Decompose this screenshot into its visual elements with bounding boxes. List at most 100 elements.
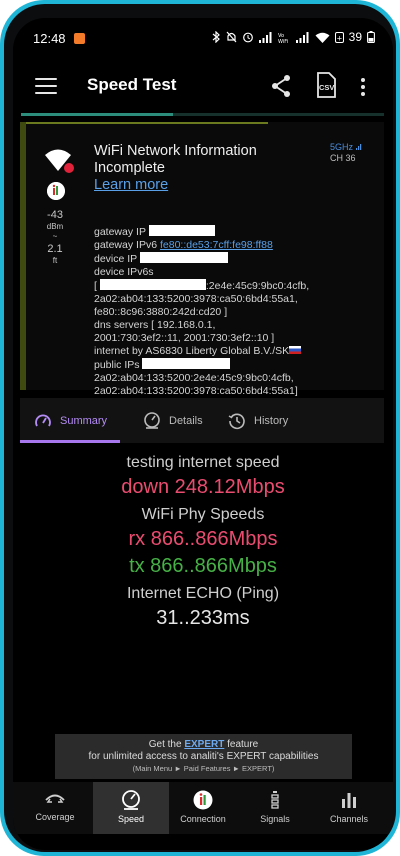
promo-line-3: (Main Menu ► Paid Features ► EXPERT) <box>132 764 275 773</box>
tab-history[interactable]: History <box>228 398 288 443</box>
phone-frame: 12:48 Vo WiFi + 39 Speed Test CSV -43 dB… <box>0 0 400 856</box>
distance-unit: ft <box>52 256 58 265</box>
signal-bars-icon-2 <box>295 31 309 43</box>
nav-channels-label: Channels <box>329 814 369 824</box>
bottom-navigation: Coverage Speed Connection Signals Channe… <box>13 782 393 834</box>
promo-expert-link[interactable]: EXPERT <box>184 739 224 750</box>
gateway-ipv6-label: gateway IPv6 <box>94 239 158 251</box>
tab-summary[interactable]: Summary <box>34 398 107 443</box>
dns-line-2: 2001:730:3ef2::11, 2001:730:3ef2::10 ] <box>94 332 275 344</box>
gauge-icon <box>35 414 51 426</box>
dns-line-1: dns servers [ 192.168.0.1, <box>94 319 216 331</box>
bluetooth-icon <box>212 31 220 43</box>
nav-speed[interactable]: Speed <box>93 782 169 834</box>
signal-strength: -43 dBm ~ 2.1 ft <box>40 208 70 266</box>
wifi-status-icon <box>315 32 330 43</box>
nav-coverage[interactable]: Coverage <box>17 782 93 834</box>
battery-icon <box>367 31 375 43</box>
tab-details-label: Details <box>169 414 203 427</box>
nav-coverage-label: Coverage <box>35 812 75 822</box>
band-label: 5GHz <box>330 142 354 152</box>
redacted-block <box>139 252 228 263</box>
nav-connection[interactable]: Connection <box>165 782 241 834</box>
phone-bezel: 12:48 Vo WiFi + 39 Speed Test CSV -43 dB… <box>4 4 396 852</box>
card-accent-top <box>20 122 268 124</box>
nav-channels[interactable]: Channels <box>311 782 387 834</box>
history-icon <box>228 413 245 429</box>
active-tab-indicator <box>20 440 120 443</box>
svg-text:+: + <box>336 34 342 42</box>
more-options-icon[interactable] <box>359 75 367 99</box>
rssi-unit: dBm <box>46 222 64 231</box>
status-icons: Vo WiFi + 39 <box>212 30 375 44</box>
mute-bell-icon <box>226 31 237 43</box>
tx-speed: tx 866..866Mbps <box>129 555 277 577</box>
page-title: Speed Test <box>87 75 177 94</box>
public-ip-line-3: 2a02:ab04:133:5200:3978:ca50:6bd4:55a1] <box>94 385 298 397</box>
expert-promo-banner[interactable]: Get the EXPERT feature for unlimited acc… <box>55 734 352 779</box>
redacted-block <box>99 279 206 290</box>
connection-icon <box>193 790 213 810</box>
speed-icon <box>122 790 140 810</box>
device-ipv6s-label: device IPv6s <box>94 266 154 278</box>
testing-label: testing internet speed <box>126 454 280 471</box>
share-icon[interactable] <box>270 74 292 98</box>
nav-signals[interactable]: Signals <box>237 782 313 834</box>
app-bar: Speed Test CSV <box>13 60 393 116</box>
ipv6-line-3: fe80::8c96:3880:242d:cd20 ] <box>94 306 228 318</box>
promo-prefix: Get the <box>148 739 185 750</box>
tab-details[interactable]: Details <box>143 398 203 443</box>
ping-value: 31..233ms <box>156 607 250 629</box>
battery-level: 39 <box>348 30 362 44</box>
channels-icon <box>342 793 356 808</box>
approx-symbol: ~ <box>52 232 58 241</box>
screen: 12:48 Vo WiFi + 39 Speed Test CSV -43 dB… <box>13 18 393 850</box>
flag-icon <box>289 346 302 354</box>
public-ip-line-2: 2a02:ab04:133:5200:2e4e:45c9:9bc0:4cfb, <box>94 372 294 384</box>
tab-summary-label: Summary <box>60 414 108 427</box>
result-tabs: Summary Details History <box>20 398 384 443</box>
test-progress-bar <box>21 113 384 116</box>
rssi-value: -43 <box>47 209 63 221</box>
speed-results: testing internet speed down 248.12Mbps W… <box>13 452 393 632</box>
alarm-icon <box>242 32 253 43</box>
csv-label: CSV <box>319 83 334 92</box>
channel-label: CH 36 <box>330 153 356 163</box>
status-bar: 12:48 Vo WiFi + 39 <box>13 18 393 60</box>
analiti-logo-icon <box>47 182 65 200</box>
tab-history-label: History <box>254 414 289 427</box>
phy-speeds-label: WiFi Phy Speeds <box>141 506 265 523</box>
ipv6-line-1: :2e4e:45c9:9bc0:4cfb, <box>205 280 310 292</box>
network-details: gateway IP gateway IPv6 fe80::de53:7cff:… <box>94 225 379 398</box>
learn-more-link[interactable]: Learn more <box>94 177 168 193</box>
battery-saver-icon: + <box>334 31 344 43</box>
network-title: WiFi Network Information Incomplete <box>94 143 257 176</box>
csv-export-icon[interactable]: CSV <box>315 72 337 98</box>
band-signal-icon <box>355 144 361 150</box>
notification-icon <box>74 33 85 44</box>
signal-bars-icon <box>258 31 272 43</box>
nav-speed-label: Speed <box>117 814 145 824</box>
public-ips-label: public IPs <box>94 359 140 371</box>
gateway-ipv6-link[interactable]: fe80::de53:7cff:fe98:ff88 <box>160 239 273 251</box>
hamburger-menu-icon[interactable] <box>35 78 57 96</box>
ping-label: Internet ECHO (Ping) <box>126 585 280 602</box>
internet-provider: internet by AS6830 Liberty Global B.V./S… <box>94 345 290 357</box>
signals-icon <box>271 791 279 809</box>
distance-value: 2.1 <box>47 243 63 255</box>
rx-speed: rx 866..866Mbps <box>128 528 278 550</box>
gateway-ip-label: gateway IP <box>94 226 146 238</box>
coverage-icon <box>45 794 65 803</box>
network-info-card: -43 dBm ~ 2.1 ft WiFi Network Informatio… <box>20 122 384 397</box>
redacted-block <box>142 358 231 369</box>
device-ip-label: device IP <box>94 253 137 265</box>
vowifi-icon: VoWiFi <box>278 33 288 43</box>
promo-suffix: feature <box>224 739 259 750</box>
status-time: 12:48 <box>33 31 66 46</box>
redacted-block <box>148 225 215 236</box>
card-accent-left <box>20 122 26 390</box>
nav-signals-label: Signals <box>260 814 290 824</box>
promo-line-2: for unlimited access to analiti's EXPERT… <box>88 751 319 762</box>
test-progress-fill <box>21 113 174 116</box>
speedometer-icon <box>144 411 160 429</box>
